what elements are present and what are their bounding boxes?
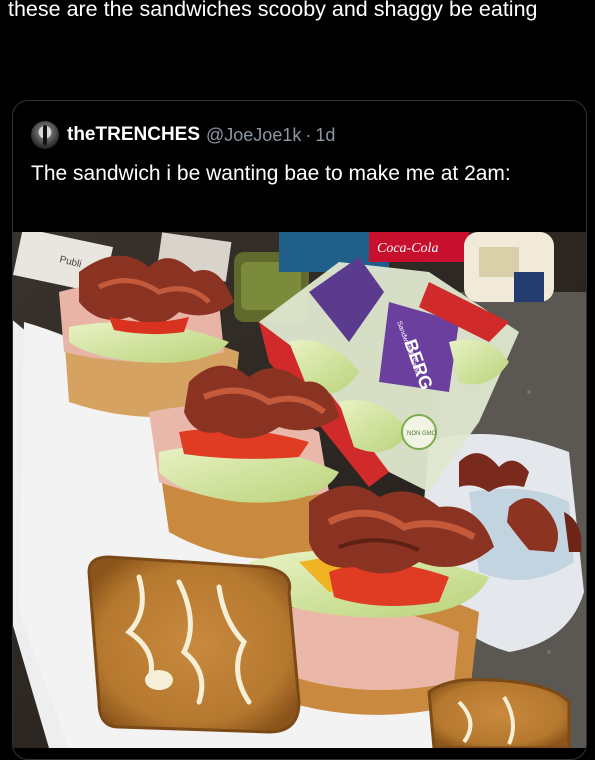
display-name[interactable]: theTRENCHES	[67, 124, 200, 146]
bag-badge: NON GMO	[407, 431, 437, 437]
sandwich-photo[interactable]: Publi Coca-Cola BERG Sandwich & Salad NO…	[13, 232, 586, 748]
user-handle[interactable]: @JoeJoe1k	[206, 125, 301, 146]
post-text: these are the sandwiches scooby and shag…	[8, 0, 538, 21]
quoted-post-card[interactable]: theTRENCHES @JoeJoe1k · 1d The sandwich …	[12, 100, 587, 760]
post-time[interactable]: 1d	[315, 125, 335, 146]
avatar[interactable]	[31, 121, 59, 149]
quoted-post-text: The sandwich i be wanting bae to make me…	[31, 162, 511, 185]
can-label: Coca-Cola	[377, 241, 438, 256]
separator-dot: ·	[305, 124, 312, 145]
quoted-post-header: theTRENCHES @JoeJoe1k · 1d	[31, 121, 335, 149]
mayo-toast	[87, 555, 301, 734]
